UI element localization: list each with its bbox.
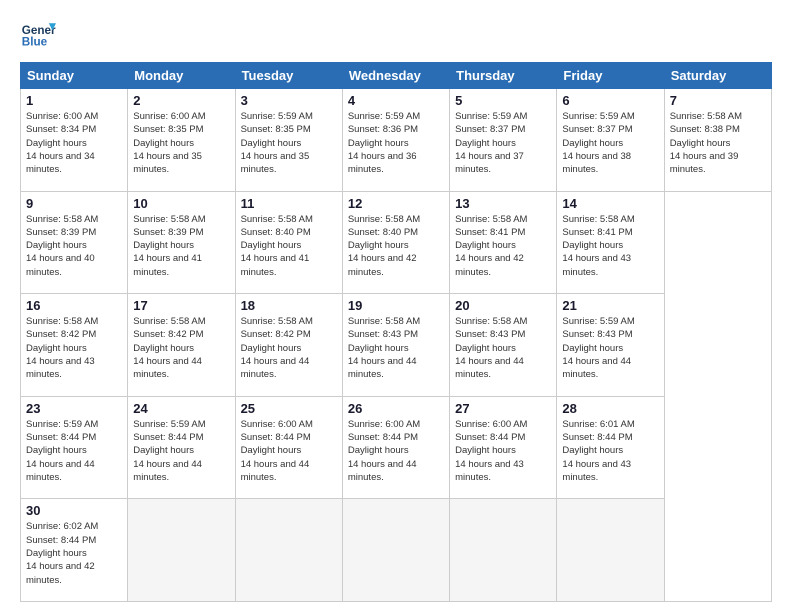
day-number: 10 — [133, 196, 229, 211]
cell-info: Sunrise: 5:58 AMSunset: 8:43 PMDaylight … — [455, 315, 551, 381]
cell-info: Sunrise: 6:02 AMSunset: 8:44 PMDaylight … — [26, 520, 122, 586]
cell-info: Sunrise: 5:58 AMSunset: 8:40 PMDaylight … — [348, 213, 444, 279]
cell-info: Sunrise: 5:58 AMSunset: 8:42 PMDaylight … — [133, 315, 229, 381]
weekday-header-friday: Friday — [557, 63, 664, 89]
calendar-cell: 10 Sunrise: 5:58 AMSunset: 8:39 PMDayligh… — [128, 191, 235, 294]
day-number: 23 — [26, 401, 122, 416]
cell-info: Sunrise: 6:00 AMSunset: 8:44 PMDaylight … — [455, 418, 551, 484]
weekday-header-thursday: Thursday — [450, 63, 557, 89]
weekday-header-monday: Monday — [128, 63, 235, 89]
calendar-cell: 25 Sunrise: 6:00 AMSunset: 8:44 PMDayligh… — [235, 396, 342, 499]
weekday-header-sunday: Sunday — [21, 63, 128, 89]
calendar-table: SundayMondayTuesdayWednesdayThursdayFrid… — [20, 62, 772, 602]
cell-info: Sunrise: 5:58 AMSunset: 8:43 PMDaylight … — [348, 315, 444, 381]
cell-info: Sunrise: 5:58 AMSunset: 8:39 PMDaylight … — [26, 213, 122, 279]
day-number: 25 — [241, 401, 337, 416]
calendar-cell — [128, 499, 235, 602]
logo-icon: General Blue — [20, 16, 56, 52]
cell-info: Sunrise: 5:59 AMSunset: 8:43 PMDaylight … — [562, 315, 658, 381]
cell-info: Sunrise: 5:58 AMSunset: 8:40 PMDaylight … — [241, 213, 337, 279]
day-number: 9 — [26, 196, 122, 211]
day-number: 3 — [241, 93, 337, 108]
calendar-cell: 7 Sunrise: 5:58 AMSunset: 8:38 PMDaylight… — [664, 89, 771, 192]
calendar-cell: 12 Sunrise: 5:58 AMSunset: 8:40 PMDayligh… — [342, 191, 449, 294]
day-number: 30 — [26, 503, 122, 518]
calendar-cell — [450, 499, 557, 602]
calendar-cell — [342, 499, 449, 602]
day-number: 7 — [670, 93, 766, 108]
calendar-cell: 28 Sunrise: 6:01 AMSunset: 8:44 PMDayligh… — [557, 396, 664, 499]
day-number: 19 — [348, 298, 444, 313]
day-number: 2 — [133, 93, 229, 108]
day-number: 13 — [455, 196, 551, 211]
cell-info: Sunrise: 5:59 AMSunset: 8:44 PMDaylight … — [26, 418, 122, 484]
day-number: 1 — [26, 93, 122, 108]
calendar-cell: 1 Sunrise: 6:00 AMSunset: 8:34 PMDaylight… — [21, 89, 128, 192]
cell-info: Sunrise: 5:59 AMSunset: 8:44 PMDaylight … — [133, 418, 229, 484]
day-number: 17 — [133, 298, 229, 313]
calendar-cell: 6 Sunrise: 5:59 AMSunset: 8:37 PMDaylight… — [557, 89, 664, 192]
calendar-cell: 23 Sunrise: 5:59 AMSunset: 8:44 PMDayligh… — [21, 396, 128, 499]
weekday-header-saturday: Saturday — [664, 63, 771, 89]
calendar-cell: 18 Sunrise: 5:58 AMSunset: 8:42 PMDayligh… — [235, 294, 342, 397]
cell-info: Sunrise: 5:58 AMSunset: 8:42 PMDaylight … — [241, 315, 337, 381]
day-number: 18 — [241, 298, 337, 313]
day-number: 12 — [348, 196, 444, 211]
cell-info: Sunrise: 5:58 AMSunset: 8:39 PMDaylight … — [133, 213, 229, 279]
calendar-cell: 4 Sunrise: 5:59 AMSunset: 8:36 PMDaylight… — [342, 89, 449, 192]
day-number: 11 — [241, 196, 337, 211]
cell-info: Sunrise: 5:59 AMSunset: 8:36 PMDaylight … — [348, 110, 444, 176]
day-number: 16 — [26, 298, 122, 313]
day-number: 4 — [348, 93, 444, 108]
calendar-cell: 3 Sunrise: 5:59 AMSunset: 8:35 PMDaylight… — [235, 89, 342, 192]
svg-text:Blue: Blue — [22, 36, 48, 49]
calendar-cell: 20 Sunrise: 5:58 AMSunset: 8:43 PMDayligh… — [450, 294, 557, 397]
calendar-cell — [557, 499, 664, 602]
calendar-cell: 5 Sunrise: 5:59 AMSunset: 8:37 PMDaylight… — [450, 89, 557, 192]
cell-info: Sunrise: 6:00 AMSunset: 8:35 PMDaylight … — [133, 110, 229, 176]
cell-info: Sunrise: 5:59 AMSunset: 8:35 PMDaylight … — [241, 110, 337, 176]
calendar-cell: 2 Sunrise: 6:00 AMSunset: 8:35 PMDaylight… — [128, 89, 235, 192]
calendar-cell: 17 Sunrise: 5:58 AMSunset: 8:42 PMDayligh… — [128, 294, 235, 397]
cell-info: Sunrise: 6:00 AMSunset: 8:44 PMDaylight … — [348, 418, 444, 484]
day-number: 21 — [562, 298, 658, 313]
day-number: 24 — [133, 401, 229, 416]
cell-info: Sunrise: 6:00 AMSunset: 8:44 PMDaylight … — [241, 418, 337, 484]
calendar-cell: 30 Sunrise: 6:02 AMSunset: 8:44 PMDayligh… — [21, 499, 128, 602]
day-number: 20 — [455, 298, 551, 313]
weekday-header-wednesday: Wednesday — [342, 63, 449, 89]
day-number: 14 — [562, 196, 658, 211]
cell-info: Sunrise: 5:59 AMSunset: 8:37 PMDaylight … — [455, 110, 551, 176]
cell-info: Sunrise: 5:59 AMSunset: 8:37 PMDaylight … — [562, 110, 658, 176]
cell-info: Sunrise: 5:58 AMSunset: 8:41 PMDaylight … — [455, 213, 551, 279]
day-number: 28 — [562, 401, 658, 416]
day-number: 5 — [455, 93, 551, 108]
calendar-cell: 16 Sunrise: 5:58 AMSunset: 8:42 PMDayligh… — [21, 294, 128, 397]
cell-info: Sunrise: 6:00 AMSunset: 8:34 PMDaylight … — [26, 110, 122, 176]
cell-info: Sunrise: 5:58 AMSunset: 8:38 PMDaylight … — [670, 110, 766, 176]
cell-info: Sunrise: 5:58 AMSunset: 8:42 PMDaylight … — [26, 315, 122, 381]
logo: General Blue — [20, 16, 56, 52]
cell-info: Sunrise: 6:01 AMSunset: 8:44 PMDaylight … — [562, 418, 658, 484]
calendar-cell — [235, 499, 342, 602]
calendar-cell: 13 Sunrise: 5:58 AMSunset: 8:41 PMDayligh… — [450, 191, 557, 294]
day-number: 26 — [348, 401, 444, 416]
calendar-cell: 11 Sunrise: 5:58 AMSunset: 8:40 PMDayligh… — [235, 191, 342, 294]
cell-info: Sunrise: 5:58 AMSunset: 8:41 PMDaylight … — [562, 213, 658, 279]
calendar-cell: 26 Sunrise: 6:00 AMSunset: 8:44 PMDayligh… — [342, 396, 449, 499]
day-number: 6 — [562, 93, 658, 108]
calendar-cell: 27 Sunrise: 6:00 AMSunset: 8:44 PMDayligh… — [450, 396, 557, 499]
calendar-cell: 14 Sunrise: 5:58 AMSunset: 8:41 PMDayligh… — [557, 191, 664, 294]
calendar-cell: 9 Sunrise: 5:58 AMSunset: 8:39 PMDaylight… — [21, 191, 128, 294]
header: General Blue — [20, 16, 772, 52]
day-number: 27 — [455, 401, 551, 416]
calendar-cell: 21 Sunrise: 5:59 AMSunset: 8:43 PMDayligh… — [557, 294, 664, 397]
calendar-cell: 19 Sunrise: 5:58 AMSunset: 8:43 PMDayligh… — [342, 294, 449, 397]
calendar-cell: 24 Sunrise: 5:59 AMSunset: 8:44 PMDayligh… — [128, 396, 235, 499]
page: General Blue SundayMondayTuesdayWednesda… — [0, 0, 792, 612]
weekday-header-tuesday: Tuesday — [235, 63, 342, 89]
